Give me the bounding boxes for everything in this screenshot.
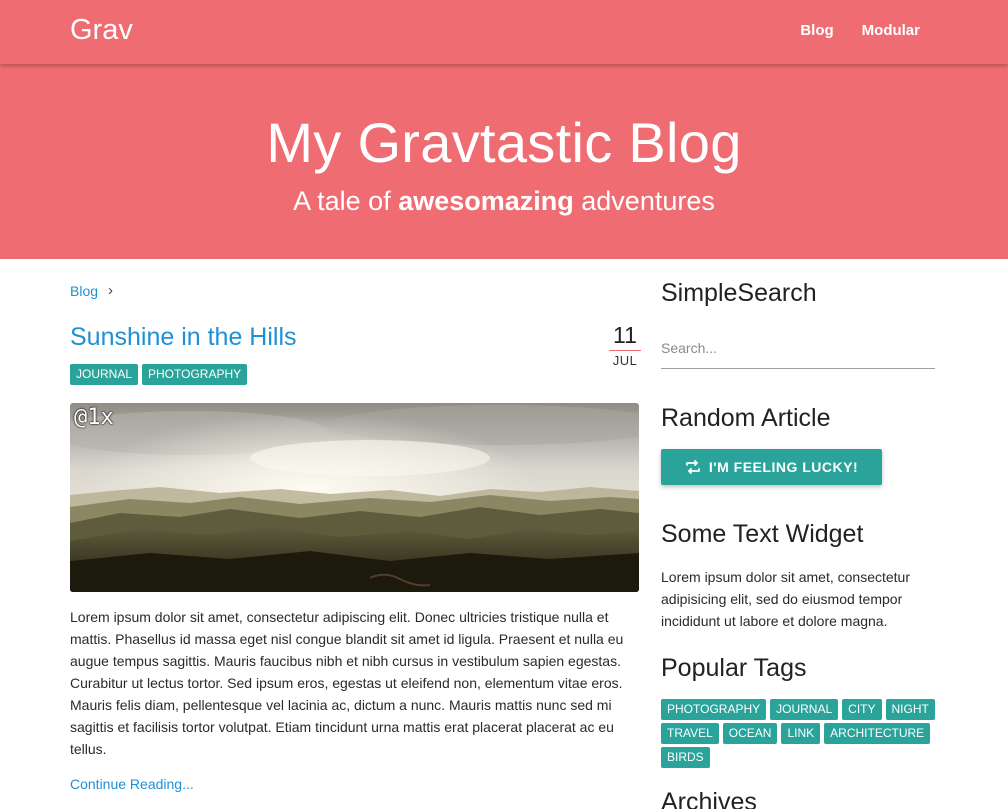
random-article-heading: Random Article (661, 404, 831, 432)
popular-tags-heading: Popular Tags (661, 654, 807, 682)
continue-reading-link[interactable]: Continue Reading... (70, 776, 194, 792)
tag-cloud-night[interactable]: NIGHT (885, 699, 935, 720)
breadcrumb-item-blog[interactable]: Blog (70, 283, 98, 299)
subtitle-emphasis: awesomazing (398, 186, 574, 216)
subtitle-prefix: A tale of (293, 186, 399, 216)
search-input[interactable] (661, 328, 935, 369)
text-widget-body: Lorem ipsum dolor sit amet, consectetur … (661, 569, 910, 629)
nav-link-modular[interactable]: Modular (862, 22, 920, 39)
site-subtitle: A tale of awesomazing adventures (0, 186, 1008, 217)
image-density-label: @1x (74, 405, 114, 430)
post-date-month: JUL (612, 353, 638, 368)
tag-cloud-birds[interactable]: BIRDS (661, 747, 710, 768)
shuffle-icon (685, 460, 700, 474)
tag-cloud-architecture[interactable]: ARCHITECTURE (824, 723, 931, 744)
tag-cloud-travel[interactable]: TRAVEL (661, 723, 719, 744)
tag-cloud-photography[interactable]: PHOTOGRAPHY (661, 699, 767, 720)
chevron-right-icon: › (108, 282, 114, 299)
post-tags: JOURNAL PHOTOGRAPHY (70, 364, 248, 385)
nav-link-blog[interactable]: Blog (800, 22, 833, 39)
post-header-image[interactable]: @1x (70, 403, 639, 592)
top-navbar: Grav Blog Modular (0, 0, 1008, 64)
hero-banner: My Gravtastic Blog A tale of awesomazing… (0, 64, 1008, 259)
feeling-lucky-label: I'M FEELING LUCKY! (708, 459, 859, 475)
text-widget-heading: Some Text Widget (661, 520, 864, 548)
post-title-link[interactable]: Sunshine in the Hills (70, 323, 297, 352)
popular-tags-cloud: PHOTOGRAPHY JOURNAL CITY NIGHT TRAVEL OC… (661, 699, 951, 768)
hills-landscape-image (70, 403, 639, 592)
site-title: My Gravtastic Blog (266, 111, 742, 174)
post-date: 11 JUL (609, 322, 641, 368)
breadcrumb: Blog › (70, 282, 113, 299)
tag-cloud-link[interactable]: LINK (781, 723, 821, 744)
search-widget-heading: SimpleSearch (661, 279, 817, 307)
archives-heading: Archives (661, 788, 757, 809)
tag-cloud-ocean[interactable]: OCEAN (722, 723, 778, 744)
feeling-lucky-button[interactable]: I'M FEELING LUCKY! (661, 449, 882, 485)
main-nav: Blog Modular (800, 22, 920, 39)
tag-photography[interactable]: PHOTOGRAPHY (142, 364, 248, 385)
tag-journal[interactable]: JOURNAL (70, 364, 139, 385)
site-logo-link[interactable]: Grav (70, 14, 133, 47)
tag-cloud-city[interactable]: CITY (842, 699, 882, 720)
post-excerpt: Lorem ipsum dolor sit amet, consectetur … (70, 609, 624, 757)
tag-cloud-journal[interactable]: JOURNAL (770, 699, 839, 720)
subtitle-suffix: adventures (573, 186, 715, 216)
post-date-day: 11 (609, 322, 641, 351)
